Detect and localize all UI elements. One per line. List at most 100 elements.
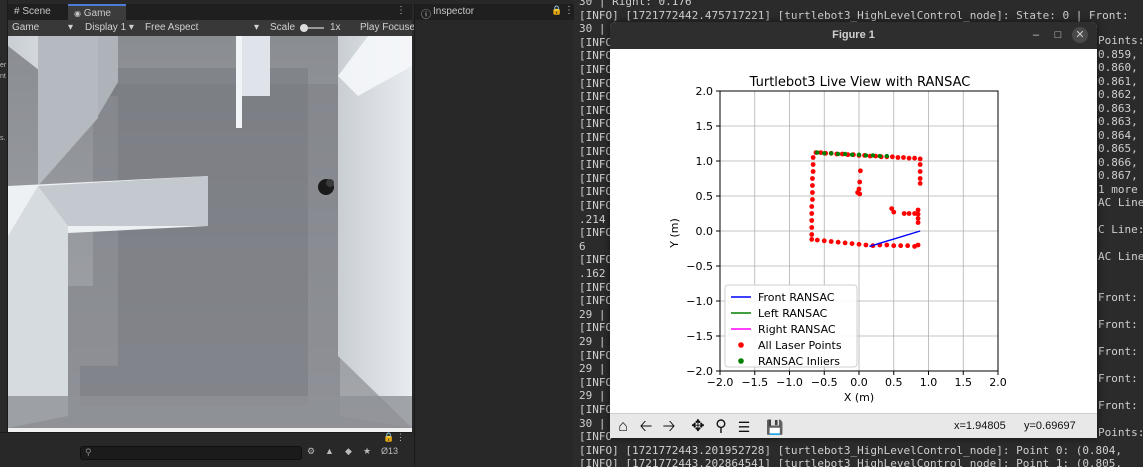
configure-icon[interactable]: ☰	[734, 417, 754, 437]
favorite-icon[interactable]: ★	[363, 446, 371, 457]
terminal-fragment: 0.865,	[1098, 142, 1138, 155]
terminal-line: [INFO	[579, 103, 613, 117]
chevron-down-icon: ▾	[254, 22, 260, 33]
terminal-line: [INFO	[579, 403, 613, 416]
hierarchy-text: er	[0, 62, 7, 69]
laser-point	[917, 181, 923, 186]
terminal-line: 29 |	[579, 307, 606, 321]
laser-point	[915, 207, 921, 213]
back-icon[interactable]: 🡠	[636, 417, 656, 437]
terminal-line: .214	[579, 212, 606, 226]
terminal-line: [INFO	[579, 321, 613, 335]
figure-title-bar[interactable]: Figure 1 – □ ✕	[610, 22, 1097, 49]
label-filter-icon[interactable]: ◆	[345, 446, 352, 457]
terminal-fragment: 0.862,	[1098, 88, 1138, 101]
laser-point	[809, 232, 815, 237]
terminal-line: [INFO	[579, 199, 613, 212]
laser-point	[809, 218, 815, 223]
terminal-line: 30 | Right: 0.176	[579, 0, 692, 8]
game-mode-dropdown[interactable]: Game	[12, 22, 39, 33]
game-viewport[interactable]	[8, 36, 412, 428]
eye-slash-icon: Ø	[381, 446, 389, 456]
terminal-fragment: Points:	[1098, 34, 1143, 47]
laser-point	[809, 204, 815, 209]
home-icon[interactable]: ⌂	[613, 417, 633, 437]
scale-slider-handle[interactable]	[300, 24, 308, 32]
ransac-inlier-point	[829, 151, 834, 156]
terminal-line: [INFO	[579, 253, 613, 267]
y-tick-label: 0.0	[696, 225, 714, 238]
laser-point	[912, 211, 917, 216]
ransac-inlier-point	[822, 151, 827, 156]
turtlebot-lidar	[326, 179, 334, 187]
play-focused-dropdown[interactable]: Play Focuse	[360, 22, 415, 33]
more-options-icon[interactable]: ⋮	[564, 5, 574, 16]
save-icon[interactable]: 💾	[765, 417, 785, 437]
x-tick-label: −0.5	[811, 376, 838, 389]
type-filter-icon[interactable]: ▲	[325, 446, 334, 456]
project-panel: 🔒 ⋮ ⚲ ⚙ ▲ ◆ ★ Ø13	[0, 432, 412, 467]
legend-dot-marker	[738, 342, 744, 348]
laser-point	[821, 238, 827, 244]
terminal-line: [INFO] [1721772443.202864541] [turtlebot…	[579, 457, 1123, 467]
lock-icon[interactable]: 🔒	[383, 432, 394, 443]
terminal-fragment: 0.867,	[1098, 169, 1138, 182]
laser-point	[915, 216, 921, 221]
filter-icon[interactable]: ⚙	[307, 446, 315, 457]
ransac-inlier-point	[884, 153, 889, 159]
laser-point	[917, 156, 923, 162]
more-options-icon[interactable]: ⋮	[396, 5, 406, 16]
tab-scene[interactable]: # Scene	[8, 4, 66, 20]
figure-toolbar: ⌂ 🡠 🡢 ✥ ⚲ ☰ 💾 x=1.94805 y=0.69697	[610, 413, 1097, 438]
close-button[interactable]: ✕	[1072, 27, 1088, 43]
tab-inspector[interactable]: ⓘ Inspector 🔒 ⋮	[415, 4, 574, 21]
data-marks	[809, 150, 923, 249]
minimize-button[interactable]: –	[1028, 27, 1044, 43]
maximize-button[interactable]: □	[1050, 27, 1066, 43]
lock-icon[interactable]: 🔒	[551, 5, 562, 16]
display-dropdown[interactable]: Display 1 ▾	[85, 22, 134, 33]
hash-icon: #	[14, 6, 20, 17]
terminal-fragment: 0.860,	[1098, 61, 1138, 74]
plot-canvas[interactable]: Turtlebot3 Live View with RANSAC −2.0−2.…	[610, 49, 1097, 413]
editor-tab-bar: # Scene ◉ Game ⋮	[8, 4, 412, 20]
hidden-count-badge[interactable]: Ø13	[381, 446, 398, 456]
info-icon: ⓘ	[421, 10, 431, 21]
ransac-inlier-point	[849, 152, 855, 157]
terminal-line: 30 |	[579, 22, 606, 36]
tab-game[interactable]: ◉ Game	[68, 4, 126, 20]
terminal-line: [INFO] [1721772442.475717221] [turtlebot…	[579, 8, 1129, 22]
legend: Front RANSAC Left RANSAC Right RANSAC All L…	[724, 284, 858, 368]
laser-point	[835, 239, 841, 245]
play-focused-label: Play Focuse	[360, 22, 416, 33]
project-search-input[interactable]: ⚲	[80, 446, 302, 460]
terminal-fragment: 0.863,	[1098, 101, 1138, 115]
display-label: Display 1	[85, 22, 127, 33]
terminal-fragment: Front:	[1098, 344, 1138, 358]
terminal-fragment: Front:	[1098, 290, 1138, 304]
x-tick-label: −1.0	[776, 376, 803, 389]
terminal-line: 6	[579, 239, 586, 253]
more-options-icon[interactable]: ⋮	[396, 432, 405, 443]
figure-window[interactable]: Figure 1 – □ ✕ Turtlebot3 Live View with…	[610, 22, 1097, 438]
zoom-icon[interactable]: ⚲	[711, 417, 731, 437]
laser-point	[842, 240, 848, 246]
forward-icon[interactable]: 🡢	[659, 417, 679, 437]
y-tick-label: 2.0	[696, 85, 714, 98]
terminal-line: [INFO] [1721772443.201952728] [turtlebot…	[579, 443, 1123, 457]
tab-label: Game	[83, 8, 111, 19]
terminal-fragment: Front:	[1098, 398, 1138, 412]
laser-point	[915, 220, 921, 226]
laser-point	[884, 242, 890, 248]
laser-point	[856, 241, 862, 247]
pan-icon[interactable]: ✥	[688, 417, 708, 437]
laser-point	[917, 162, 923, 167]
terminal-line: [INFO	[579, 171, 613, 185]
aspect-dropdown[interactable]: Free Aspect	[145, 22, 198, 33]
laser-point	[901, 211, 907, 216]
terminal-fragment: Points:	[1098, 425, 1143, 439]
hierarchy-text: nt	[0, 73, 6, 80]
laser-point	[889, 206, 895, 212]
terminal-line: [INFO	[579, 280, 613, 294]
laser-point	[917, 176, 923, 181]
